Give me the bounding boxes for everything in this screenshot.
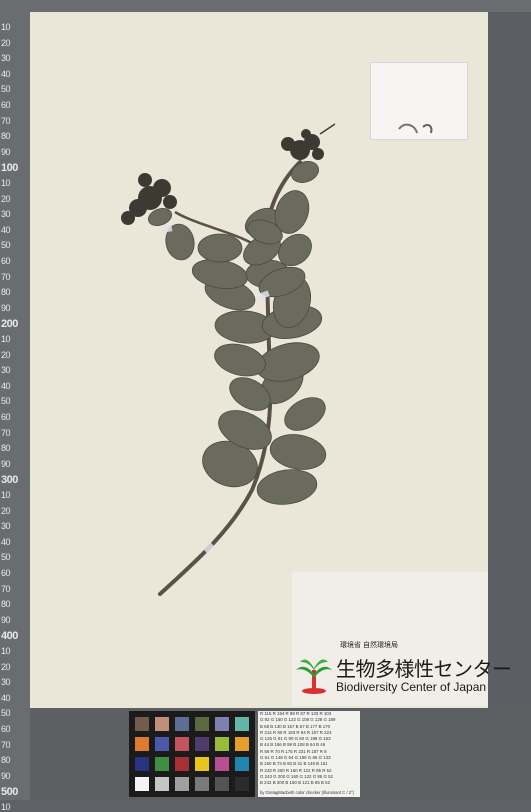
ruler-label: 500: [1, 786, 18, 799]
color-swatch: [135, 757, 149, 771]
table-row: B 242 B 200 B 160 B 121 B 85 B 52: [260, 780, 331, 786]
rgb-value-table: R 115 R 194 R 98 R 87 R 133 R 103 G 82 G …: [258, 711, 360, 797]
ruler-label: 300: [1, 474, 18, 487]
ruler-label: 70: [1, 271, 11, 282]
color-swatch: [135, 737, 149, 751]
ruler-label: 30: [1, 521, 11, 532]
org-name-jp: 生物多様性センター: [336, 657, 512, 681]
color-swatch: [175, 757, 189, 771]
ruler-label: 50: [1, 396, 11, 407]
color-swatch: [175, 777, 189, 791]
ruler-label: 60: [1, 412, 11, 422]
color-swatch: [215, 757, 229, 771]
color-checker-card: [129, 711, 255, 797]
ruler-label: 90: [1, 302, 11, 313]
color-swatch: [235, 777, 249, 791]
ruler-label: 20: [1, 505, 11, 516]
ruler-label: 90: [1, 458, 11, 469]
color-swatch: [215, 777, 229, 791]
ruler-label: 40: [1, 224, 11, 235]
ruler-label: 20: [1, 193, 11, 204]
ruler-left: 10 20 30 40 50 60 70 80 90 100 10 20 30 40 50 60 70 80 90 2…: [0, 0, 30, 812]
ruler-label: 40: [1, 380, 11, 391]
background-right: [488, 12, 531, 708]
color-swatch: [195, 757, 209, 771]
color-swatch: [235, 717, 249, 731]
ruler-label: 60: [1, 724, 11, 734]
ruler-label: 30: [1, 53, 11, 64]
color-swatch: [135, 777, 149, 791]
ruler-label: 20: [1, 349, 11, 360]
ruler-label: 80: [1, 443, 11, 454]
ruler-label: 50: [1, 240, 11, 251]
ruler-label: 90: [1, 614, 11, 625]
color-swatch: [195, 737, 209, 751]
ruler-label: 400: [1, 630, 18, 643]
color-swatch: [235, 757, 249, 771]
ruler-label: 60: [1, 256, 11, 266]
ruler-label: 90: [1, 770, 11, 781]
ruler-label: 80: [1, 287, 11, 298]
ruler-label: 50: [1, 552, 11, 563]
ruler-label: 10: [1, 646, 11, 656]
color-swatch: [195, 777, 209, 791]
table-caption: by GretagMacbeth color checker (Illumina…: [260, 789, 355, 795]
color-swatch: [175, 737, 189, 751]
ruler-label: 10: [1, 22, 11, 32]
plant-logo-icon: [296, 659, 332, 694]
ruler-label: 60: [1, 100, 11, 110]
color-swatch: [175, 717, 189, 731]
color-swatch: [155, 777, 169, 791]
ruler-label: 70: [1, 739, 11, 750]
ruler-label: 60: [1, 568, 11, 578]
color-swatch: [215, 717, 229, 731]
color-swatch: [135, 717, 149, 731]
ruler-label: 40: [1, 536, 11, 547]
ruler-label: 200: [1, 318, 18, 331]
ruler-label: 90: [1, 146, 11, 157]
color-swatch: [215, 737, 229, 751]
agency-name: 環境省 自然環境局: [340, 642, 398, 649]
ruler-label: 70: [1, 583, 11, 594]
ruler-label: 50: [1, 708, 11, 719]
ruler-label: 40: [1, 692, 11, 703]
ruler-label: 80: [1, 599, 11, 610]
ruler-label: 70: [1, 115, 11, 126]
seed-fragments: [398, 123, 433, 134]
ruler-label: 40: [1, 68, 11, 79]
color-swatch: [155, 717, 169, 731]
ruler-label: 80: [1, 131, 11, 142]
ruler-label: 30: [1, 677, 11, 688]
ruler-label: 70: [1, 427, 11, 438]
color-swatch: [195, 717, 209, 731]
herbarium-scan: 10 20 30 40 50 60 70 80 90 100 10 20 30 40 50 60 70 80 90 2…: [0, 0, 531, 812]
ruler-label: 20: [1, 37, 11, 48]
ruler-label: 10: [1, 802, 11, 812]
ruler-label: 50: [1, 84, 11, 95]
ruler-label: 20: [1, 661, 11, 672]
ruler-top: [0, 0, 531, 12]
ruler-label: 10: [1, 490, 11, 500]
ruler-label: 30: [1, 209, 11, 220]
ruler-label: 100: [1, 162, 18, 175]
ruler-label: 10: [1, 178, 11, 188]
ruler-label: 30: [1, 365, 11, 376]
color-swatch: [155, 737, 169, 751]
seed-packet: [370, 62, 468, 140]
org-name-en: Biodiversity Center of Japan: [336, 680, 487, 694]
ruler-label: 10: [1, 334, 11, 344]
color-swatch: [235, 737, 249, 751]
ruler-label: 80: [1, 755, 11, 766]
color-swatch: [155, 757, 169, 771]
